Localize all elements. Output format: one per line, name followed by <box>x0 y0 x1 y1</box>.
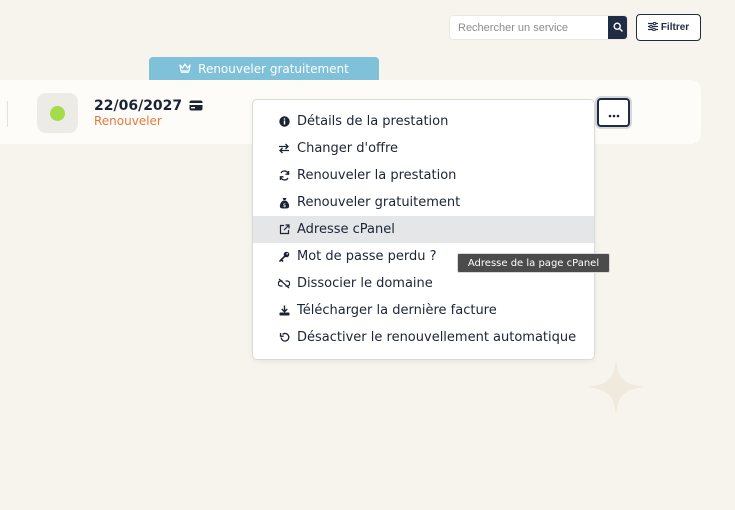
free-renewal-banner-label: Renouveler gratuitement <box>198 62 349 76</box>
menu-item-label: Renouveler la prestation <box>297 168 457 183</box>
swap-arrows-icon <box>277 143 291 154</box>
status-dot <box>50 105 65 121</box>
filter-button[interactable]: Filtrer <box>636 14 701 41</box>
sparkle-decoration <box>585 358 647 420</box>
menu-item-label: Détails de la prestation <box>297 114 449 129</box>
menu-item-label: Télécharger la dernière facture <box>297 303 497 318</box>
sliders-icon <box>647 21 658 34</box>
menu-item-cpanel-address[interactable]: Adresse cPanel <box>253 216 594 243</box>
menu-item-label: Changer d'offre <box>297 141 399 156</box>
money-bag-icon: $ <box>277 197 291 209</box>
divider <box>7 101 8 127</box>
expiry-date-row: 22/06/2027 <box>94 96 203 115</box>
crown-icon <box>179 62 191 76</box>
search-icon <box>612 20 623 35</box>
filter-label: Filtrer <box>660 22 690 33</box>
more-actions-button[interactable] <box>597 98 630 127</box>
credit-card-icon <box>189 96 203 115</box>
info-circle-icon <box>277 116 291 127</box>
menu-item-unlink-domain[interactable]: Dissocier le domaine <box>253 270 594 297</box>
undo-icon <box>277 332 291 343</box>
menu-item-label: Désactiver le renouvellement automatique <box>297 330 577 345</box>
status-indicator <box>37 93 78 133</box>
menu-item-renew-service[interactable]: Renouveler la prestation <box>253 162 594 189</box>
menu-item-details[interactable]: Détails de la prestation <box>253 108 594 135</box>
search-input[interactable] <box>450 16 608 39</box>
actions-menu: Détails de la prestation Changer d'offre… <box>252 99 595 360</box>
renew-link[interactable]: Renouveler <box>94 114 162 128</box>
external-link-icon <box>277 224 291 235</box>
menu-item-label: Adresse cPanel <box>297 222 395 237</box>
menu-item-free-renewal[interactable]: $ Renouveler gratuitement <box>253 189 594 216</box>
expiry-date: 22/06/2027 <box>94 97 183 114</box>
menu-item-change-offer[interactable]: Changer d'offre <box>253 135 594 162</box>
tooltip: Adresse de la page cPanel <box>457 253 610 273</box>
unlink-icon <box>277 278 291 289</box>
key-icon <box>277 251 291 262</box>
menu-item-label: Dissocier le domaine <box>297 276 433 291</box>
ellipsis-icon <box>608 103 620 122</box>
refresh-icon <box>277 170 291 181</box>
menu-item-label: Mot de passe perdu ? <box>297 249 437 264</box>
download-icon <box>277 305 291 316</box>
free-renewal-banner[interactable]: Renouveler gratuitement <box>149 57 379 81</box>
svg-text:$: $ <box>282 203 286 209</box>
search-button[interactable] <box>608 16 627 39</box>
menu-item-download-invoice[interactable]: Télécharger la dernière facture <box>253 297 594 324</box>
search-bar <box>449 15 628 40</box>
menu-item-label: Renouveler gratuitement <box>297 195 461 210</box>
menu-item-disable-auto-renewal[interactable]: Désactiver le renouvellement automatique <box>253 324 594 351</box>
